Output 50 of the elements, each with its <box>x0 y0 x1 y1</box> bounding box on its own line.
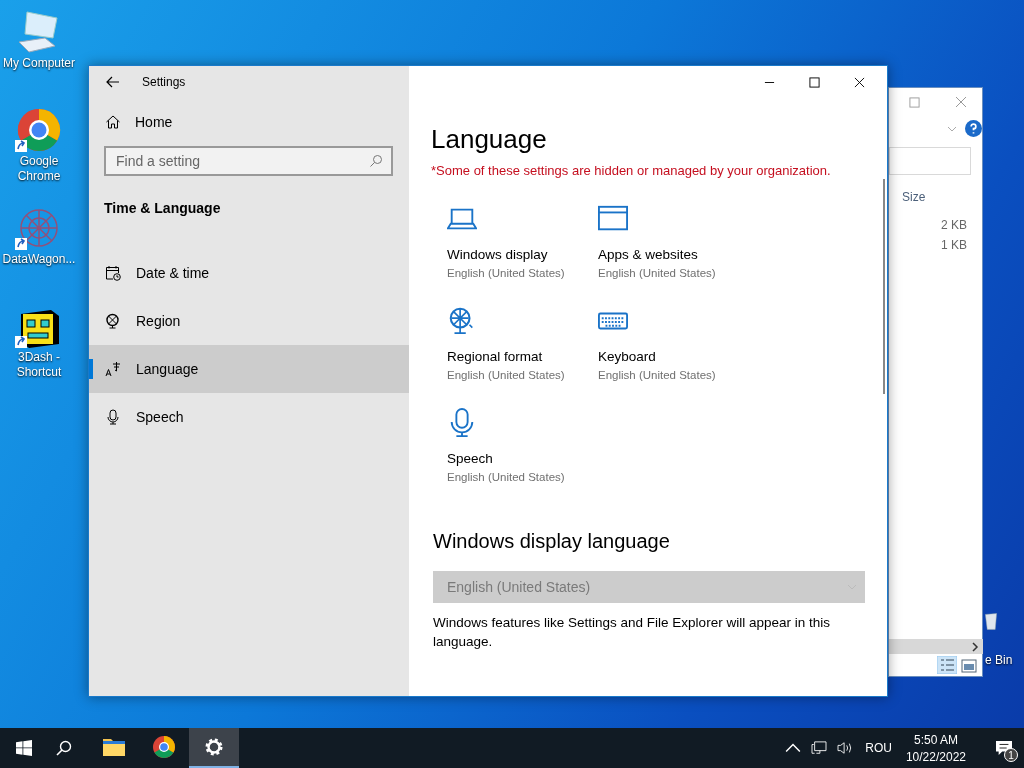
scrollbar-thumb[interactable] <box>883 179 885 394</box>
desktop-icon-label[interactable]: e Bin <box>985 653 1013 667</box>
section-heading: Windows display language <box>433 530 671 553</box>
description-text: Windows features like Settings and File Explorer will appear in this language. <box>433 614 831 651</box>
notification-center-button[interactable]: 1 <box>984 728 1024 768</box>
file-size: 1 KB <box>941 238 967 252</box>
window-title: Settings <box>142 75 186 89</box>
home-link[interactable]: Home <box>105 106 177 138</box>
chrome-icon[interactable] <box>15 106 63 154</box>
search-icon <box>369 154 383 168</box>
close-icon[interactable] <box>854 76 865 88</box>
calendar-clock-icon <box>105 265 121 281</box>
shortcut-arrow-icon <box>15 336 27 348</box>
maximize-icon[interactable] <box>809 76 820 88</box>
back-arrow-icon[interactable] <box>106 76 120 88</box>
network-icon[interactable] <box>811 741 828 755</box>
speaker-icon[interactable] <box>837 741 854 755</box>
search-field[interactable]: Find a setting <box>104 146 393 176</box>
page-title: Language <box>431 123 548 155</box>
nav-item[interactable]: Speech <box>89 393 409 441</box>
windows-logo-icon[interactable] <box>16 740 32 756</box>
language-setting-tile[interactable]: Regional format English (United States) <box>447 306 598 394</box>
shortcut-arrow-icon <box>15 140 27 152</box>
nav-item[interactable]: Language <box>89 345 409 393</box>
file-size: 2 KB <box>941 218 967 232</box>
input-language-indicator[interactable]: ROU <box>865 741 892 755</box>
language-setting-tile[interactable]: Keyboard English (United States) <box>598 306 749 394</box>
horizontal-scrollbar[interactable] <box>889 639 983 654</box>
microphone-icon <box>105 409 121 425</box>
shortcut-arrow-icon <box>15 238 27 250</box>
nav-item[interactable]: Region <box>89 297 409 345</box>
chevron-up-icon[interactable] <box>785 741 802 755</box>
column-header[interactable]: Size <box>902 190 926 204</box>
scroll-right-icon[interactable] <box>971 641 979 652</box>
language-setting-tile[interactable]: Apps & websites English (United States) <box>598 204 749 292</box>
search-icon[interactable] <box>56 740 72 756</box>
globe-icon <box>105 313 121 329</box>
nav-item[interactable]: Date & time <box>89 249 409 297</box>
clock[interactable]: 5:50 AM 10/22/2022 <box>905 732 966 764</box>
language-setting-tile[interactable]: Speech English (United States) <box>447 408 598 496</box>
section-heading: Time & Language <box>104 200 221 216</box>
chrome-icon <box>152 735 176 759</box>
help-icon[interactable] <box>965 120 982 137</box>
language-setting-tile[interactable]: Windows display English (United States) <box>447 204 598 292</box>
policy-warning: *Some of these settings are hidden or managed by your organization. <box>431 163 832 178</box>
gear-taskbar-button[interactable] <box>189 728 239 768</box>
language-icon <box>105 361 121 377</box>
notification-count-badge: 1 <box>1004 748 1018 762</box>
home-icon <box>105 114 121 130</box>
large-icons-view-icon[interactable] <box>961 659 977 673</box>
